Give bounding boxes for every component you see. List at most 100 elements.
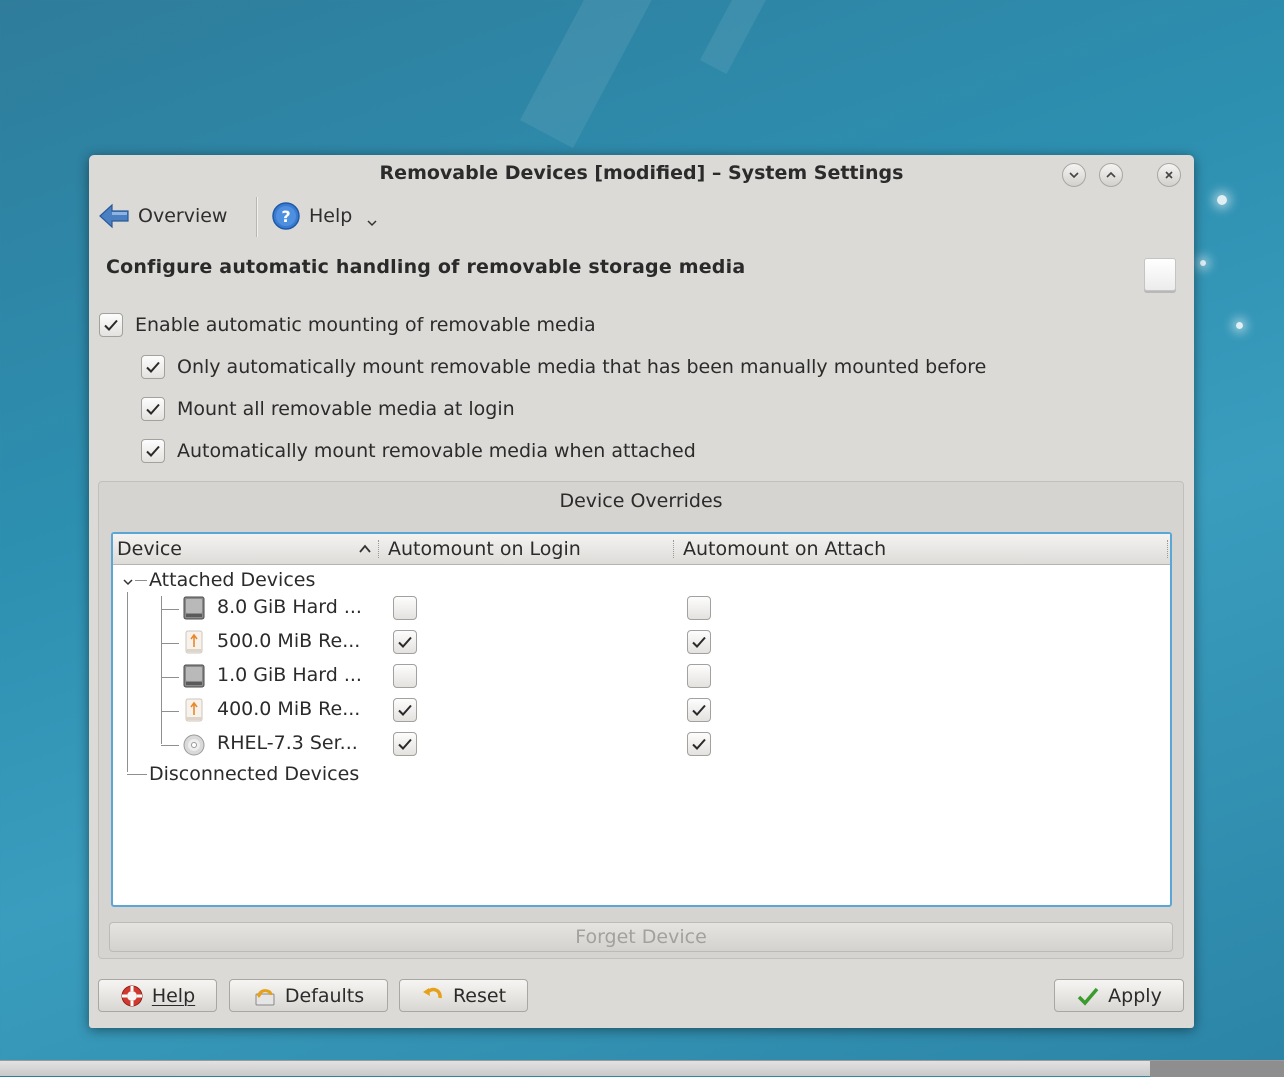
checkmark-icon [146, 403, 160, 415]
close-icon [1165, 171, 1173, 179]
device-attach-checkbox[interactable] [687, 630, 711, 654]
checkmark-icon [398, 738, 412, 750]
hard-disk-icon [183, 596, 205, 620]
device-attach-checkbox[interactable] [687, 664, 711, 688]
overview-label: Overview [138, 205, 228, 227]
help-button-label: Help [151, 984, 196, 1007]
checkbox-box[interactable] [141, 397, 165, 421]
toolbar-separator [256, 197, 258, 237]
tree-connector [161, 643, 179, 644]
help-icon: ? [272, 202, 300, 230]
column-header-automount-login[interactable]: Automount on Login [388, 538, 581, 560]
chevron-down-icon [1069, 172, 1079, 179]
checkbox-box[interactable] [141, 439, 165, 463]
disconnected-devices-label: Disconnected Devices [149, 763, 360, 785]
apply-check-icon [1076, 984, 1100, 1008]
tree-connector [161, 677, 179, 678]
help-menu-button[interactable]: ? Help [271, 199, 378, 233]
device-name: 400.0 MiB Re... [217, 698, 361, 720]
dropdown-arrow-icon [367, 220, 377, 227]
mount-at-login-label: Mount all removable media at login [177, 398, 515, 420]
tree-connector [135, 580, 147, 581]
tree-row-device[interactable]: 8.0 GiB Hard ... [113, 592, 1170, 626]
module-icon [1144, 258, 1176, 291]
forget-device-button[interactable]: Forget Device [109, 922, 1173, 952]
title-bar[interactable]: Removable Devices [modified] – System Se… [89, 155, 1194, 191]
wallpaper-light [1236, 322, 1243, 329]
apply-button[interactable]: Apply [1054, 979, 1184, 1012]
tree-row-device[interactable]: 500.0 MiB Re... [113, 626, 1170, 660]
taskbar [0, 1060, 1284, 1077]
help-button[interactable]: Help [98, 979, 217, 1012]
mount-on-attach-checkbox[interactable]: Automatically mount removable media when… [141, 439, 696, 463]
defaults-button[interactable]: Defaults [229, 979, 388, 1012]
reset-button-label: Reset [452, 984, 507, 1007]
wallpaper-light [1217, 195, 1227, 205]
tree-row-device[interactable]: 1.0 GiB Hard ... [113, 660, 1170, 694]
device-name: 500.0 MiB Re... [217, 630, 361, 652]
checkbox-box[interactable] [99, 313, 123, 337]
back-arrow-icon [99, 203, 129, 229]
wallpaper-light [1200, 260, 1206, 266]
device-name: RHEL-7.3 Ser... [217, 732, 358, 754]
wallpaper-streak [700, 0, 1056, 75]
close-button[interactable] [1157, 163, 1181, 187]
attached-devices-label: Attached Devices [149, 569, 316, 591]
device-login-checkbox[interactable] [393, 664, 417, 688]
mount-at-login-checkbox[interactable]: Mount all removable media at login [141, 397, 515, 421]
tree-connector [161, 745, 179, 746]
mount-on-attach-label: Automatically mount removable media when… [177, 440, 696, 462]
help-label: Help [309, 205, 353, 227]
device-attach-checkbox[interactable] [687, 732, 711, 756]
device-login-checkbox[interactable] [393, 698, 417, 722]
reset-button[interactable]: Reset [399, 979, 528, 1012]
device-name: 8.0 GiB Hard ... [217, 596, 362, 618]
sort-ascending-icon [359, 544, 371, 553]
hard-disk-icon [183, 664, 205, 688]
column-separator[interactable] [673, 540, 676, 558]
apply-button-label: Apply [1108, 984, 1162, 1007]
minimize-button[interactable] [1062, 163, 1086, 187]
optical-disc-icon [183, 734, 205, 756]
lifebuoy-icon [120, 984, 144, 1008]
tree-connector [161, 711, 179, 712]
overview-button[interactable]: Overview [98, 199, 227, 233]
device-overrides-title: Device Overrides [559, 490, 723, 512]
tree-row-disconnected-devices[interactable]: Disconnected Devices [113, 759, 1170, 793]
column-separator[interactable] [1167, 540, 1170, 558]
device-attach-checkbox[interactable] [687, 596, 711, 620]
checkbox-box[interactable] [141, 355, 165, 379]
taskbar-tray [1150, 1061, 1284, 1077]
usb-drive-icon [185, 630, 203, 654]
tree-header: Device Automount on Login Automount on A… [113, 534, 1170, 565]
tree-row-device[interactable]: RHEL-7.3 Ser... [113, 728, 1170, 762]
checkmark-icon [104, 319, 118, 331]
device-tree-view[interactable]: Device Automount on Login Automount on A… [111, 532, 1172, 907]
enable-automount-checkbox[interactable]: Enable automatic mounting of removable m… [99, 313, 596, 337]
column-separator[interactable] [378, 540, 381, 558]
only-manual-before-label: Only automatically mount removable media… [177, 356, 987, 378]
defaults-button-label: Defaults [284, 984, 365, 1007]
only-manual-before-checkbox[interactable]: Only automatically mount removable media… [141, 355, 986, 379]
restore-defaults-icon [253, 984, 277, 1008]
device-login-checkbox[interactable] [393, 630, 417, 654]
usb-drive-icon [185, 698, 203, 722]
checkmark-icon [692, 636, 706, 648]
wallpaper-streak [520, 0, 996, 149]
device-name: 1.0 GiB Hard ... [217, 664, 362, 686]
device-login-checkbox[interactable] [393, 596, 417, 620]
expand-arrow-icon[interactable] [122, 576, 134, 588]
maximize-button[interactable] [1099, 163, 1123, 187]
chevron-up-icon [1106, 171, 1116, 178]
checkmark-icon [398, 636, 412, 648]
tree-row-device[interactable]: 400.0 MiB Re... [113, 694, 1170, 728]
column-header-automount-attach[interactable]: Automount on Attach [683, 538, 886, 560]
column-header-device[interactable]: Device [117, 538, 182, 560]
window-title: Removable Devices [modified] – System Se… [379, 162, 904, 184]
tree-connector [161, 609, 179, 610]
checkmark-icon [692, 704, 706, 716]
page-heading: Configure automatic handling of removabl… [106, 256, 746, 278]
device-login-checkbox[interactable] [393, 732, 417, 756]
device-attach-checkbox[interactable] [687, 698, 711, 722]
enable-automount-label: Enable automatic mounting of removable m… [135, 314, 596, 336]
